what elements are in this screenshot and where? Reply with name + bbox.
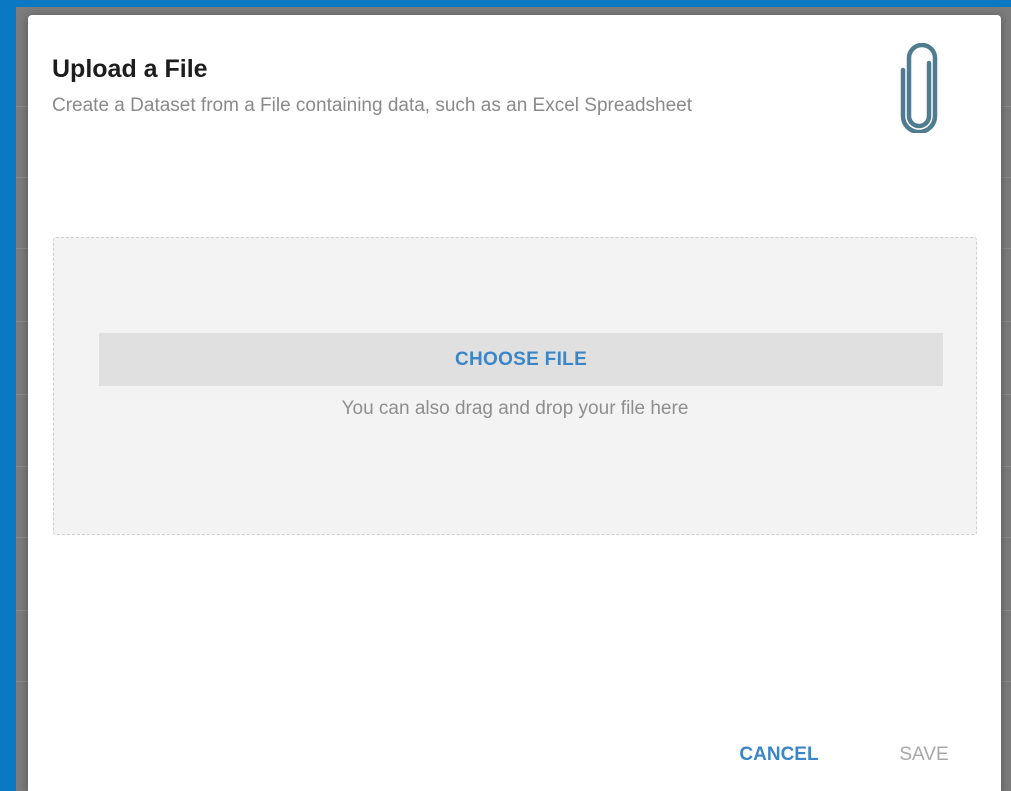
file-dropzone[interactable]: CHOOSE FILE You can also drag and drop y… bbox=[53, 237, 977, 535]
dialog-subtitle: Create a Dataset from a File containing … bbox=[52, 95, 693, 116]
dialog-title: Upload a File bbox=[52, 55, 208, 83]
drag-drop-hint: You can also drag and drop your file her… bbox=[341, 398, 689, 419]
choose-file-button[interactable]: CHOOSE FILE bbox=[99, 333, 943, 386]
upload-file-dialog: Upload a File Create a Dataset from a Fi… bbox=[28, 15, 1001, 791]
cancel-button[interactable]: CANCEL bbox=[728, 737, 830, 773]
paperclip-icon bbox=[900, 43, 938, 133]
save-button[interactable]: SAVE bbox=[884, 737, 964, 773]
